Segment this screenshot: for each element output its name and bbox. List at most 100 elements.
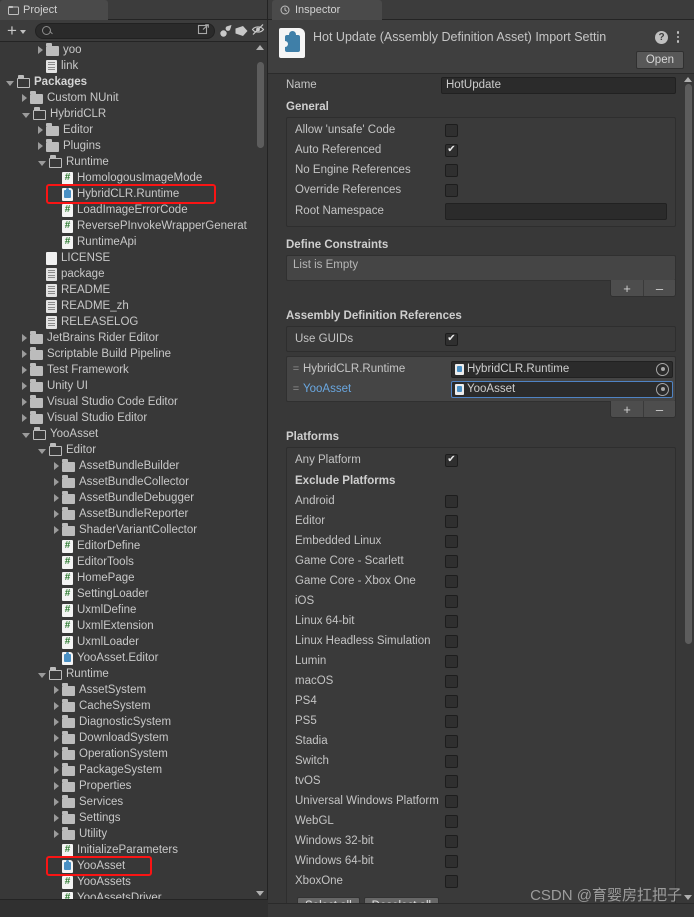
general-property-checkbox[interactable] xyxy=(445,183,458,197)
tree-item[interactable]: # EditorDefine xyxy=(0,538,267,554)
exclude-platform-checkbox[interactable] xyxy=(445,534,458,548)
tree-item[interactable]: Visual Studio Code Editor xyxy=(0,394,267,410)
tree-item[interactable]: HybridCLR.Runtime xyxy=(0,186,267,202)
add-define-constraint-button[interactable]: + xyxy=(611,280,643,296)
chevron-right-icon[interactable] xyxy=(54,830,59,838)
tree-item[interactable]: YooAsset xyxy=(0,426,267,442)
tree-item[interactable]: # ReversePInvokeWrapperGenerat xyxy=(0,218,267,234)
chevron-right-icon[interactable] xyxy=(54,510,59,518)
chevron-right-icon[interactable] xyxy=(54,782,59,790)
tree-item[interactable]: Packages xyxy=(0,74,267,90)
exclude-platform-checkbox[interactable] xyxy=(445,794,458,808)
exclude-platform-checkbox[interactable] xyxy=(445,494,458,508)
tree-item[interactable]: Settings xyxy=(0,810,267,826)
chevron-down-icon[interactable] xyxy=(38,672,46,678)
tree-item[interactable]: AssetBundleReporter xyxy=(0,506,267,522)
chevron-right-icon[interactable] xyxy=(54,686,59,694)
exclude-platform-checkbox[interactable] xyxy=(445,734,458,748)
tree-item[interactable]: package xyxy=(0,266,267,282)
any-platform-checkbox[interactable] xyxy=(445,453,458,467)
tree-item[interactable]: Custom NUnit xyxy=(0,90,267,106)
chevron-down-icon[interactable] xyxy=(22,432,30,438)
inspector-scroll-down-icon[interactable] xyxy=(684,895,692,900)
drag-handle-icon[interactable]: = xyxy=(289,363,303,375)
root-namespace-input[interactable] xyxy=(445,202,667,220)
chevron-down-icon[interactable] xyxy=(38,160,46,166)
chevron-right-icon[interactable] xyxy=(54,494,59,502)
chevron-right-icon[interactable] xyxy=(22,94,27,102)
tab-project[interactable]: Project xyxy=(0,0,108,20)
tree-item[interactable]: # InitializeParameters xyxy=(0,842,267,858)
chevron-right-icon[interactable] xyxy=(54,526,59,534)
chevron-right-icon[interactable] xyxy=(38,126,43,134)
assembly-reference-object-field[interactable]: YooAsset xyxy=(451,380,673,398)
use-guids-checkbox[interactable] xyxy=(445,332,458,346)
exclude-platform-checkbox[interactable] xyxy=(445,854,458,868)
exclude-platform-checkbox[interactable] xyxy=(445,654,458,668)
help-icon[interactable]: ? xyxy=(655,31,668,44)
chevron-down-icon[interactable] xyxy=(22,112,30,118)
exclude-platform-checkbox[interactable] xyxy=(445,674,458,688)
favorite-icon[interactable] xyxy=(219,21,234,41)
tree-item[interactable]: # HomologousImageMode xyxy=(0,170,267,186)
tree-item[interactable]: Properties xyxy=(0,778,267,794)
tree-item[interactable]: # YooAssets xyxy=(0,874,267,890)
tree-item[interactable]: LICENSE xyxy=(0,250,267,266)
save-search-icon[interactable] xyxy=(197,23,210,39)
assembly-references-list[interactable]: = HybridCLR.Runtime HybridCLR.Runtime = YooA… xyxy=(286,356,676,402)
inspector-scrollbar[interactable] xyxy=(683,74,693,903)
tree-item[interactable]: Scriptable Build Pipeline xyxy=(0,346,267,362)
tree-item[interactable]: ShaderVariantCollector xyxy=(0,522,267,538)
tree-item[interactable]: PackageSystem xyxy=(0,762,267,778)
exclude-platform-checkbox[interactable] xyxy=(445,574,458,588)
tree-item[interactable]: yoo xyxy=(0,42,267,58)
chevron-right-icon[interactable] xyxy=(54,750,59,758)
tree-item[interactable]: # LoadImageErrorCode xyxy=(0,202,267,218)
chevron-right-icon[interactable] xyxy=(22,414,27,422)
chevron-right-icon[interactable] xyxy=(22,382,27,390)
chevron-right-icon[interactable] xyxy=(54,702,59,710)
tab-inspector[interactable]: Inspector xyxy=(272,0,382,20)
scroll-down-arrow-icon[interactable] xyxy=(256,891,264,896)
inspector-scroll-up-icon[interactable] xyxy=(684,77,692,82)
tree-item[interactable]: # UxmlExtension xyxy=(0,618,267,634)
tree-item[interactable]: DownloadSystem xyxy=(0,730,267,746)
label-icon[interactable] xyxy=(234,21,249,41)
tree-item[interactable]: AssetBundleBuilder xyxy=(0,458,267,474)
tree-item[interactable]: README xyxy=(0,282,267,298)
tree-item[interactable]: Services xyxy=(0,794,267,810)
general-property-checkbox[interactable] xyxy=(445,123,458,137)
chevron-down-icon[interactable] xyxy=(38,448,46,454)
chevron-right-icon[interactable] xyxy=(38,46,43,54)
exclude-platform-checkbox[interactable] xyxy=(445,594,458,608)
object-picker-icon[interactable] xyxy=(656,362,669,376)
tree-item[interactable]: Runtime xyxy=(0,666,267,682)
search-field[interactable] xyxy=(34,22,215,39)
tree-item[interactable]: YooAsset.Editor xyxy=(0,650,267,666)
tree-item[interactable]: HybridCLR xyxy=(0,106,267,122)
exclude-platform-checkbox[interactable] xyxy=(445,714,458,728)
more-options-icon[interactable] xyxy=(672,29,684,45)
define-constraints-list[interactable]: List is Empty xyxy=(286,255,676,281)
exclude-platform-checkbox[interactable] xyxy=(445,774,458,788)
object-picker-icon[interactable] xyxy=(656,382,669,396)
tree-item[interactable]: AssetSystem xyxy=(0,682,267,698)
remove-define-constraint-button[interactable]: – xyxy=(643,280,675,296)
tree-item[interactable]: Utility xyxy=(0,826,267,842)
inspector-scrollbar-thumb[interactable] xyxy=(684,84,692,644)
exclude-platform-checkbox[interactable] xyxy=(445,874,458,888)
tree-item[interactable]: # EditorTools xyxy=(0,554,267,570)
drag-handle-icon[interactable]: = xyxy=(289,383,303,395)
tree-item[interactable]: # HomePage xyxy=(0,570,267,586)
tree-item[interactable]: # UxmlDefine xyxy=(0,602,267,618)
chevron-right-icon[interactable] xyxy=(22,366,27,374)
tree-item[interactable]: # UxmlLoader xyxy=(0,634,267,650)
chevron-right-icon[interactable] xyxy=(22,398,27,406)
exclude-platform-checkbox[interactable] xyxy=(445,694,458,708)
tree-item[interactable]: Editor xyxy=(0,122,267,138)
tree-item[interactable]: JetBrains Rider Editor xyxy=(0,330,267,346)
chevron-down-icon[interactable] xyxy=(6,80,14,86)
exclude-platform-checkbox[interactable] xyxy=(445,514,458,528)
exclude-platform-checkbox[interactable] xyxy=(445,634,458,648)
exclude-platform-checkbox[interactable] xyxy=(445,614,458,628)
